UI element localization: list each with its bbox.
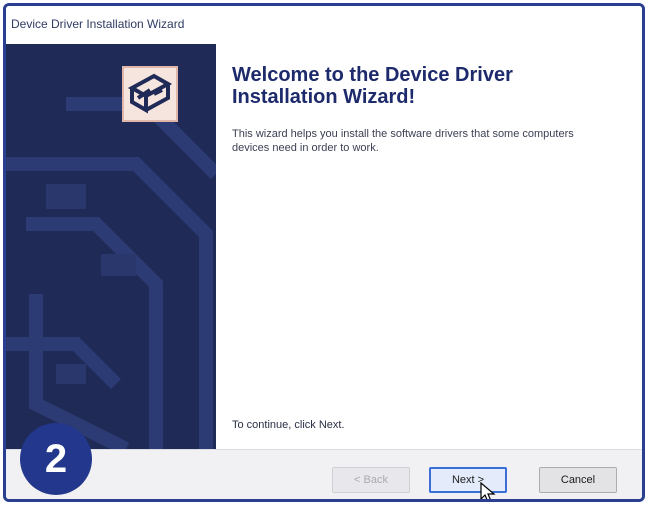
sidebar-graphic [6,97,216,449]
step-number-badge: 2 [20,423,92,495]
wizard-description: This wizard helps you install the softwa… [232,128,574,154]
wizard-device-icon [122,66,178,122]
continue-instruction: To continue, click Next. [232,419,345,431]
wizard-content: Welcome to the Device Driver Installatio… [216,44,642,449]
welcome-heading: Welcome to the Device Driver Installatio… [232,64,513,108]
wizard-frame: Device Driver Installation Wizard Welcom… [3,3,645,502]
wizard-sidebar [6,44,216,449]
button-bar: < Back Next > Cancel [6,449,642,499]
mouse-cursor-icon [480,482,496,499]
back-button[interactable]: < Back [332,467,410,493]
window-title: Device Driver Installation Wizard [6,6,642,44]
cancel-button[interactable]: Cancel [539,467,617,493]
